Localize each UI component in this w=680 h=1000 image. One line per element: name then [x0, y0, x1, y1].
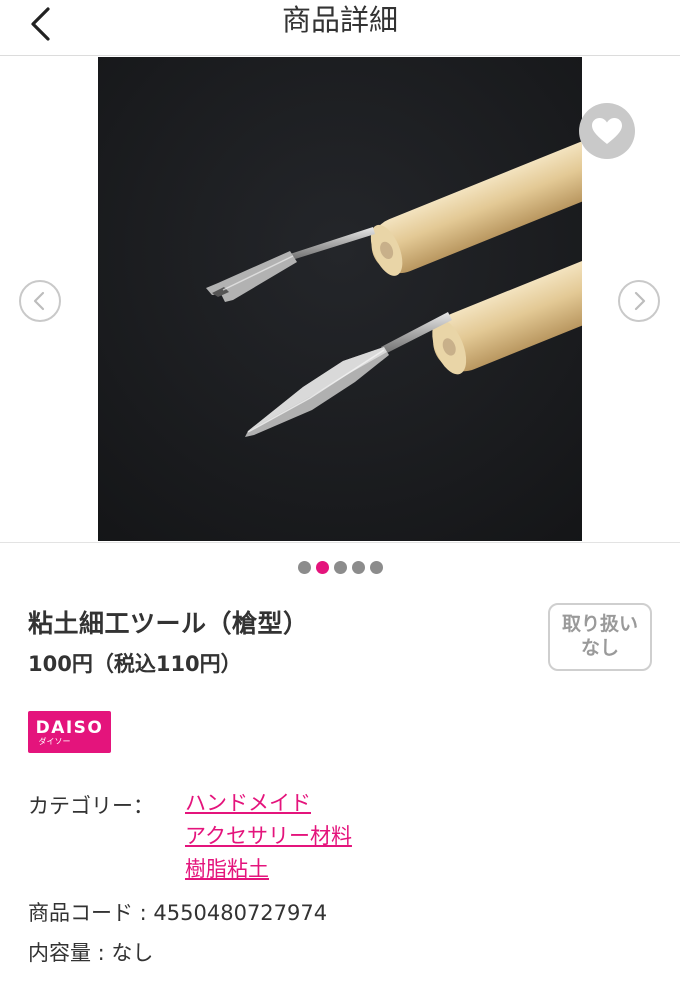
daiso-logo: DAISO ダイソー — [28, 711, 111, 753]
handling-status-badge: 取り扱い なし — [548, 603, 652, 671]
pagination-dot[interactable] — [369, 561, 383, 574]
clay-tool-illustration — [98, 57, 582, 541]
category-link-accessory-materials[interactable]: アクセサリー材料 — [185, 820, 352, 853]
pagination-dot[interactable] — [333, 561, 347, 574]
category-links: ハンドメイド アクセサリー材料 樹脂粘土 — [185, 790, 352, 886]
chevron-right-icon — [634, 291, 646, 311]
heart-icon — [592, 117, 622, 144]
pagination-dot[interactable] — [351, 561, 365, 574]
category-link-handmade[interactable]: ハンドメイド — [185, 787, 352, 820]
product-price: 100円（税込110円） — [28, 652, 242, 676]
product-contents: 内容量 : なし — [28, 941, 154, 965]
product-image-gallery[interactable] — [0, 56, 680, 543]
product-photo[interactable] — [98, 57, 582, 541]
favorite-button[interactable] — [579, 103, 635, 159]
category-link-resin-clay[interactable]: 樹脂粘土 — [185, 853, 352, 886]
product-code: 商品コード : 4550480727974 — [28, 901, 328, 925]
product-name: 粘土細工ツール（槍型） — [28, 609, 309, 638]
app-header: 商品詳細 — [0, 0, 680, 56]
pagination-dot-active[interactable] — [315, 561, 329, 574]
gallery-pagination — [0, 561, 680, 575]
gallery-next-button[interactable] — [618, 280, 660, 322]
category-label: カテゴリー： — [28, 794, 154, 818]
chevron-left-icon — [33, 291, 45, 311]
pagination-dot[interactable] — [297, 561, 311, 574]
logo-main-text: DAISO — [35, 717, 104, 738]
logo-sub-text: ダイソー — [38, 736, 71, 746]
page-title: 商品詳細 — [281, 3, 398, 37]
gallery-prev-button[interactable] — [19, 280, 61, 322]
